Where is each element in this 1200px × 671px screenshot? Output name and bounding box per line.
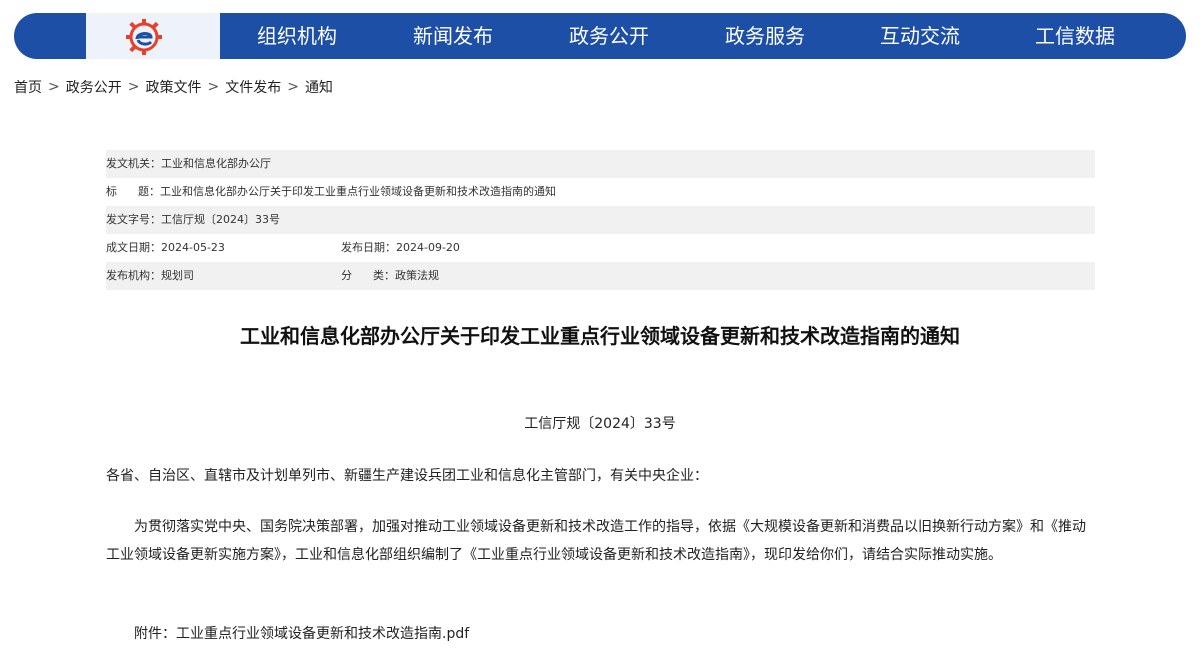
nav-item-government-affairs[interactable]: 政务公开: [544, 13, 674, 59]
article-title: 工业和信息化部办公厅关于印发工业重点行业领域设备更新和技术改造指南的通知: [240, 324, 960, 348]
meta-category: 分 类：政策法规: [341, 262, 439, 290]
meta-row-dates: 成文日期：2024-05-23 发布日期：2024-09-20: [106, 234, 1095, 262]
breadcrumb-separator: >: [127, 79, 140, 95]
meta-created-value: 2024-05-23: [161, 241, 225, 254]
article-body: 为贯彻落实党中央、国务院决策部署，加强对推动工业领域设备更新和技术改造工作的指导…: [106, 519, 1086, 563]
article-docno: 工信厅规〔2024〕33号: [524, 416, 676, 432]
meta-title: 标 题：工业和信息化部办公厅关于印发工业重点行业领域设备更新和技术改造指南的通知: [106, 178, 556, 206]
meta-title-value: 工业和信息化部办公厅关于印发工业重点行业领域设备更新和技术改造指南的通知: [159, 185, 556, 198]
meta-published-value: 2024-09-20: [396, 241, 460, 254]
ministry-logo-icon: [126, 19, 162, 55]
meta-category-label: 分 类：: [341, 269, 395, 282]
nav-item-data[interactable]: 工信数据: [1010, 13, 1140, 59]
meta-agency-value: 规划司: [161, 269, 194, 282]
breadcrumb-home[interactable]: 首页: [14, 77, 42, 97]
meta-published: 发布日期：2024-09-20: [341, 234, 460, 262]
meta-row-title: 标 题：工业和信息化部办公厅关于印发工业重点行业领域设备更新和技术改造指南的通知: [106, 178, 1095, 206]
meta-docno-value: 工信厅规〔2024〕33号: [161, 213, 280, 226]
breadcrumb-separator: >: [287, 79, 299, 95]
breadcrumb-separator: >: [48, 79, 60, 95]
nav-item-government-services[interactable]: 政务服务: [700, 13, 830, 59]
meta-row-agency: 发布机构：规划司 分 类：政策法规: [106, 262, 1095, 290]
meta-agency: 发布机构：规划司: [106, 262, 194, 290]
breadcrumb-document-release[interactable]: 文件发布: [225, 77, 281, 97]
meta-issuer-value: 工业和信息化部办公厅: [161, 157, 271, 170]
logo[interactable]: [86, 13, 220, 59]
attachment-link[interactable]: 工业重点行业领域设备更新和技术改造指南.pdf: [176, 626, 469, 642]
breadcrumb-government-affairs[interactable]: 政务公开: [66, 77, 122, 97]
meta-issuer: 发文机关：工业和信息化部办公厅: [106, 150, 271, 178]
nav-item-organization[interactable]: 组织机构: [232, 13, 362, 59]
nav-item-interaction[interactable]: 互动交流: [855, 13, 985, 59]
main-nav: 组织机构 新闻发布 政务公开 政务服务 互动交流 工信数据: [220, 13, 1186, 59]
meta-issuer-label: 发文机关：: [106, 157, 161, 170]
meta-created: 成文日期：2024-05-23: [106, 234, 225, 262]
breadcrumb: 首页 > 政务公开 > 政策文件 > 文件发布 > 通知: [14, 77, 333, 97]
breadcrumb-separator: >: [207, 79, 220, 95]
meta-title-label: 标 题：: [106, 185, 160, 198]
meta-agency-label: 发布机构：: [106, 269, 161, 282]
meta-category-value: 政策法规: [394, 269, 439, 282]
nav-item-news[interactable]: 新闻发布: [388, 13, 518, 59]
breadcrumb-notices[interactable]: 通知: [305, 77, 333, 97]
meta-row-issuer: 发文机关：工业和信息化部办公厅: [106, 150, 1095, 178]
attachment-label: 附件：: [134, 626, 176, 642]
meta-created-label: 成文日期：: [106, 241, 161, 254]
meta-docno: 发文字号：工信厅规〔2024〕33号: [106, 206, 280, 234]
breadcrumb-policy-documents[interactable]: 政策文件: [145, 77, 201, 97]
article-attachment: 附件：工业重点行业领域设备更新和技术改造指南.pdf: [106, 620, 1124, 648]
article-salutation: 各省、自治区、直辖市及计划单列市、新疆生产建设兵团工业和信息化主管部门，有关中央…: [106, 468, 708, 484]
document-meta-table: 发文机关：工业和信息化部办公厅 标 题：工业和信息化部办公厅关于印发工业重点行业…: [106, 150, 1095, 290]
meta-docno-label: 发文字号：: [106, 213, 161, 226]
top-nav-bar: 组织机构 新闻发布 政务公开 政务服务 互动交流 工信数据: [14, 13, 1186, 59]
meta-row-docno: 发文字号：工信厅规〔2024〕33号: [106, 206, 1095, 234]
meta-published-label: 发布日期：: [341, 241, 396, 254]
